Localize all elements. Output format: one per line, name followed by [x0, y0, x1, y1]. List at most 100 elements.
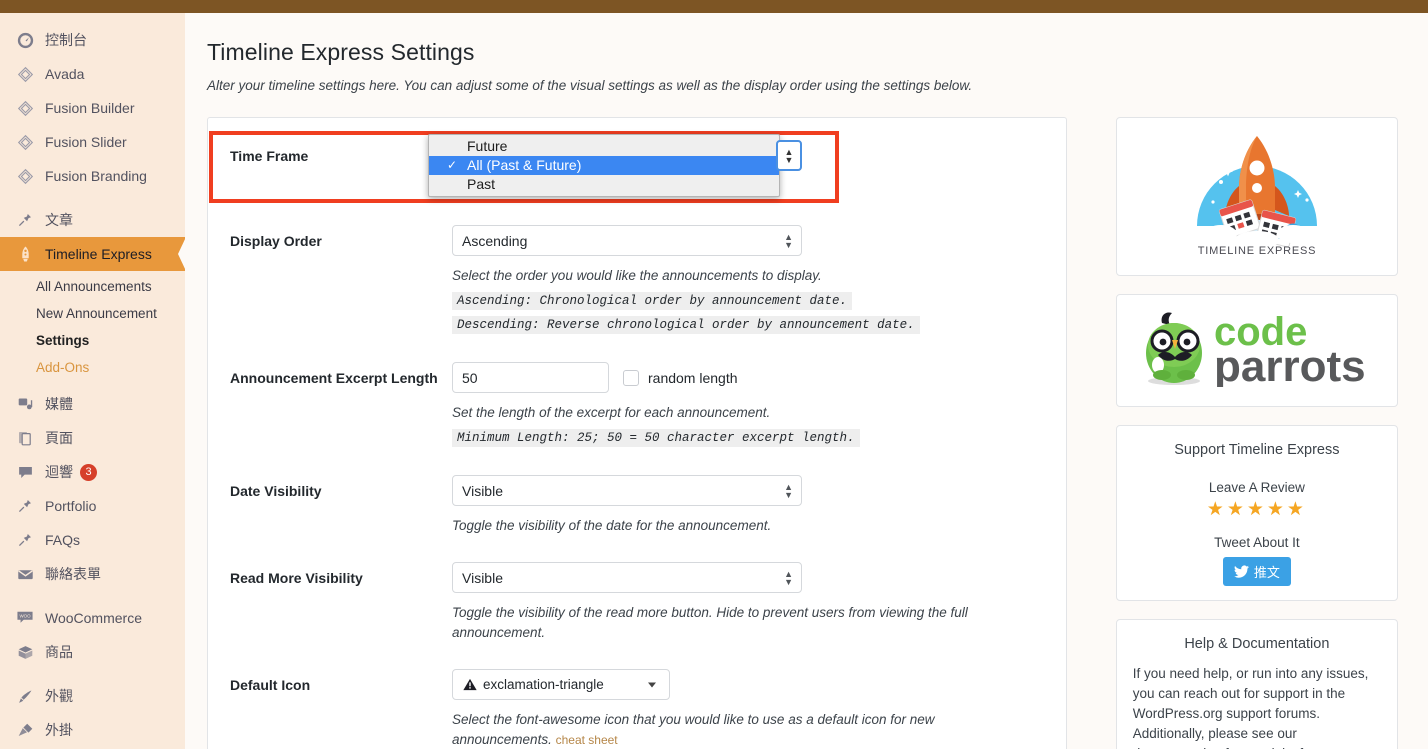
field-display-order: Display Order Ascending ▲ ▼ Select the or… [208, 201, 1066, 334]
sidebar-item-label: 聯絡表單 [45, 566, 101, 582]
sidebar-item-portfolio[interactable]: Portfolio [0, 489, 185, 523]
dropdown-option-future[interactable]: Future [429, 137, 779, 156]
dropdown-option-all[interactable]: ✓ All (Past & Future) [429, 156, 779, 175]
tweet-button-label: 推文 [1253, 565, 1280, 580]
field-label: Time Frame [230, 148, 309, 164]
admin-menu: 控制台 Avada Fusion Builder Fusion Slider F… [0, 13, 185, 747]
timeline-express-submenu: All Announcements New Announcement Setti… [0, 271, 185, 387]
sidebar-item-label: 外掛 [45, 722, 73, 738]
submenu-item-new-announcement[interactable]: New Announcement [0, 300, 185, 327]
help-widget-body: If you need help, or run into any issues… [1132, 666, 1369, 749]
pages-icon [14, 428, 36, 448]
field-description: Toggle the visibility of the read more b… [452, 605, 968, 640]
read-more-visibility-select[interactable]: Visible [452, 562, 802, 593]
check-icon: ✓ [447, 158, 458, 172]
sidebar-item-woocommerce[interactable]: WOO WooCommerce [0, 601, 185, 635]
admin-bar [0, 0, 1428, 13]
codeparrots-logo-icon: code parrots [1145, 310, 1366, 391]
sidebar-item-fusion-branding[interactable]: Fusion Branding [0, 159, 185, 193]
field-description: Select the font-awesome icon that you wo… [452, 710, 1012, 749]
submenu-item-all-announcements[interactable]: All Announcements [0, 273, 185, 300]
time-frame-dropdown-menu[interactable]: Future ✓ All (Past & Future) Past [428, 134, 780, 197]
sidebar-item-timeline-express[interactable]: Timeline Express [0, 237, 185, 271]
avada-icon [14, 98, 36, 118]
sidebar-item-label: 文章 [45, 212, 73, 228]
date-visibility-select[interactable]: Visible [452, 475, 802, 506]
sidebar-item-label: WooCommerce [45, 610, 142, 626]
sidebar-item-label: Fusion Slider [45, 134, 127, 150]
sidebar-item-label: Timeline Express [45, 246, 152, 262]
dropdown-option-label: All (Past & Future) [467, 157, 582, 173]
cheat-sheet-link[interactable]: cheat sheet [556, 733, 618, 747]
field-control: random length Set the length of the exce… [452, 362, 1044, 447]
tweet-button[interactable]: 推文 [1222, 557, 1291, 586]
random-length-label: random length [648, 369, 738, 386]
menu-separator [0, 669, 185, 679]
avada-icon [14, 64, 36, 84]
comments-count-badge: 3 [80, 463, 97, 481]
help-widget: Help & Documentation If you need help, o… [1115, 619, 1398, 749]
logo-caption: TIMELINE EXPRESS [1198, 245, 1317, 257]
submenu-item-settings[interactable]: Settings [0, 327, 185, 354]
field-label: Display Order [230, 233, 322, 249]
default-icon-select[interactable]: exclamation-triangle [452, 669, 670, 700]
widgets-column: TIMELINE EXPRESS code parrots Support Ti… [1115, 117, 1398, 749]
select-focus-ring[interactable]: ▲ ▼ [776, 140, 802, 171]
settings-card: Time Frame All (Past & Future) ▲▼ ▲▼ Sel… [207, 117, 1067, 749]
random-length-checkbox-wrap[interactable]: random length [623, 369, 738, 386]
sidebar-item-avada[interactable]: Avada [0, 57, 185, 91]
sidebar-item-posts[interactable]: 文章 [0, 203, 185, 237]
sidebar-item-label: Avada [45, 66, 85, 82]
sidebar-item-label: Fusion Builder [45, 100, 135, 116]
codeparrots-line2: parrots [1214, 342, 1366, 387]
sidebar-item-dashboard[interactable]: 控制台 [0, 23, 185, 57]
sidebar-item-appearance[interactable]: 外觀 [0, 679, 185, 713]
dropdown-option-past[interactable]: Past [429, 175, 779, 194]
sidebar-item-fusion-slider[interactable]: Fusion Slider [0, 125, 185, 159]
appearance-icon [14, 686, 36, 706]
pin-icon [14, 210, 36, 230]
read-more-visibility-select-wrap: Visible ▲ ▼ [452, 562, 802, 593]
pin-icon [14, 496, 36, 516]
comments-icon [14, 462, 36, 482]
settings-column: Time Frame All (Past & Future) ▲▼ ▲▼ Sel… [207, 117, 1067, 749]
display-order-select-wrap: Ascending ▲ ▼ [452, 225, 802, 256]
content-columns: Time Frame All (Past & Future) ▲▼ ▲▼ Sel… [207, 117, 1398, 749]
admin-sidebar: 控制台 Avada Fusion Builder Fusion Slider F… [0, 13, 185, 749]
sidebar-item-products[interactable]: 商品 [0, 635, 185, 669]
field-read-more-visibility: Read More Visibility Visible ▲ ▼ Toggle t… [208, 536, 1066, 643]
sidebar-item-plugins[interactable]: 外掛 [0, 713, 185, 747]
sidebar-item-label: 頁面 [45, 430, 73, 446]
field-description: Set the length of the excerpt for each a… [452, 405, 771, 420]
display-order-select[interactable]: Ascending [452, 225, 802, 256]
page-subtitle: Alter your timeline settings here. You c… [207, 78, 973, 93]
sidebar-item-comments[interactable]: 迴響 3 [0, 455, 185, 489]
submenu-item-add-ons[interactable]: Add-Ons [0, 354, 185, 381]
star-rating[interactable]: ★★★★★ [1131, 498, 1383, 521]
date-visibility-select-wrap: Visible ▲ ▼ [452, 475, 802, 506]
field-control: Visible ▲ ▼ Toggle the visibility of the … [452, 562, 1044, 643]
rocket-logo-icon: TIMELINE EXPRESS [1196, 136, 1317, 257]
woo-icon: WOO [14, 608, 36, 628]
random-length-checkbox[interactable] [623, 369, 639, 386]
pin-icon [14, 530, 36, 550]
menu-separator [0, 591, 185, 601]
twitter-bird-icon [1233, 565, 1249, 578]
default-icon-description: Select the font-awesome icon that you wo… [452, 712, 935, 747]
plugins-icon [14, 720, 36, 740]
sidebar-item-label: FAQs [45, 532, 81, 548]
excerpt-length-input[interactable] [452, 362, 609, 393]
sidebar-item-pages[interactable]: 頁面 [0, 421, 185, 455]
sidebar-item-label: 迴響 [45, 464, 73, 480]
field-date-visibility: Date Visibility Visible ▲ ▼ Toggle the vi… [208, 447, 1066, 536]
media-icon [14, 394, 36, 414]
sidebar-item-label: 控制台 [45, 32, 87, 48]
sidebar-item-media[interactable]: 媒體 [0, 387, 185, 421]
display-order-note-descending: Descending: Reverse chronological order … [452, 316, 920, 334]
main-content: Timeline Express Settings Alter your tim… [185, 13, 1428, 749]
sidebar-item-faqs[interactable]: FAQs [0, 523, 185, 557]
chevron-down-icon [648, 682, 656, 687]
sidebar-item-fusion-builder[interactable]: Fusion Builder [0, 91, 185, 125]
sidebar-item-contact-form[interactable]: 聯絡表單 [0, 557, 185, 591]
default-icon-value: exclamation-triangle [483, 677, 604, 692]
